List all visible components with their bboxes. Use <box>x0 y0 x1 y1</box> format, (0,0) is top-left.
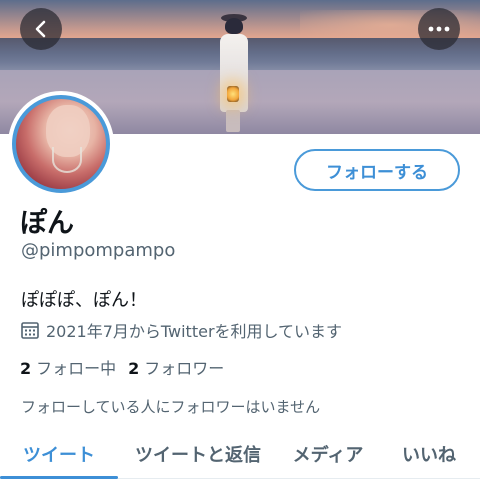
avatar-container[interactable] <box>8 91 114 197</box>
follow-stats: 2 フォロー中 2 フォロワー <box>20 355 236 379</box>
joined-date-text: 2021年7月からTwitterを利用しています <box>46 322 343 341</box>
back-button[interactable] <box>20 8 62 50</box>
tab-media[interactable]: メディア <box>278 428 378 479</box>
followers-count: 2 <box>128 359 140 378</box>
following-label: フォロー中 <box>36 359 117 378</box>
display-name: ぽん <box>20 208 74 239</box>
profile-tabs: ツイート ツイートと返信 メディア いいね <box>0 428 480 479</box>
tab-tweets-and-replies[interactable]: ツイートと返信 <box>118 428 278 479</box>
profile-bio: ぽぽぽ、ぽん！ <box>21 290 147 311</box>
follow-button[interactable]: フォローする <box>294 149 460 191</box>
calendar-icon <box>21 322 39 339</box>
joined-date-row: 2021年7月からTwitterを利用しています <box>20 318 342 342</box>
followers-link[interactable]: 2 フォロワー <box>128 355 224 379</box>
followers-you-know-note: フォローしている人にフォロワーはいません <box>21 398 321 416</box>
following-link[interactable]: 2 フォロー中 <box>20 355 116 379</box>
banner-figure-legs <box>226 110 240 132</box>
avatar-necklace <box>52 147 82 173</box>
avatar[interactable] <box>12 95 110 193</box>
followers-label: フォロワー <box>144 359 225 378</box>
more-horizontal-icon <box>428 26 450 32</box>
banner-figure-head <box>225 18 243 34</box>
banner-lantern <box>227 86 239 102</box>
chevron-left-icon <box>35 20 46 38</box>
tab-tweets[interactable]: ツイート <box>0 428 118 479</box>
user-handle: @pimpompampo <box>21 240 176 261</box>
following-count: 2 <box>20 359 32 378</box>
more-options-button[interactable] <box>418 8 460 50</box>
tab-likes[interactable]: いいね <box>378 428 480 479</box>
